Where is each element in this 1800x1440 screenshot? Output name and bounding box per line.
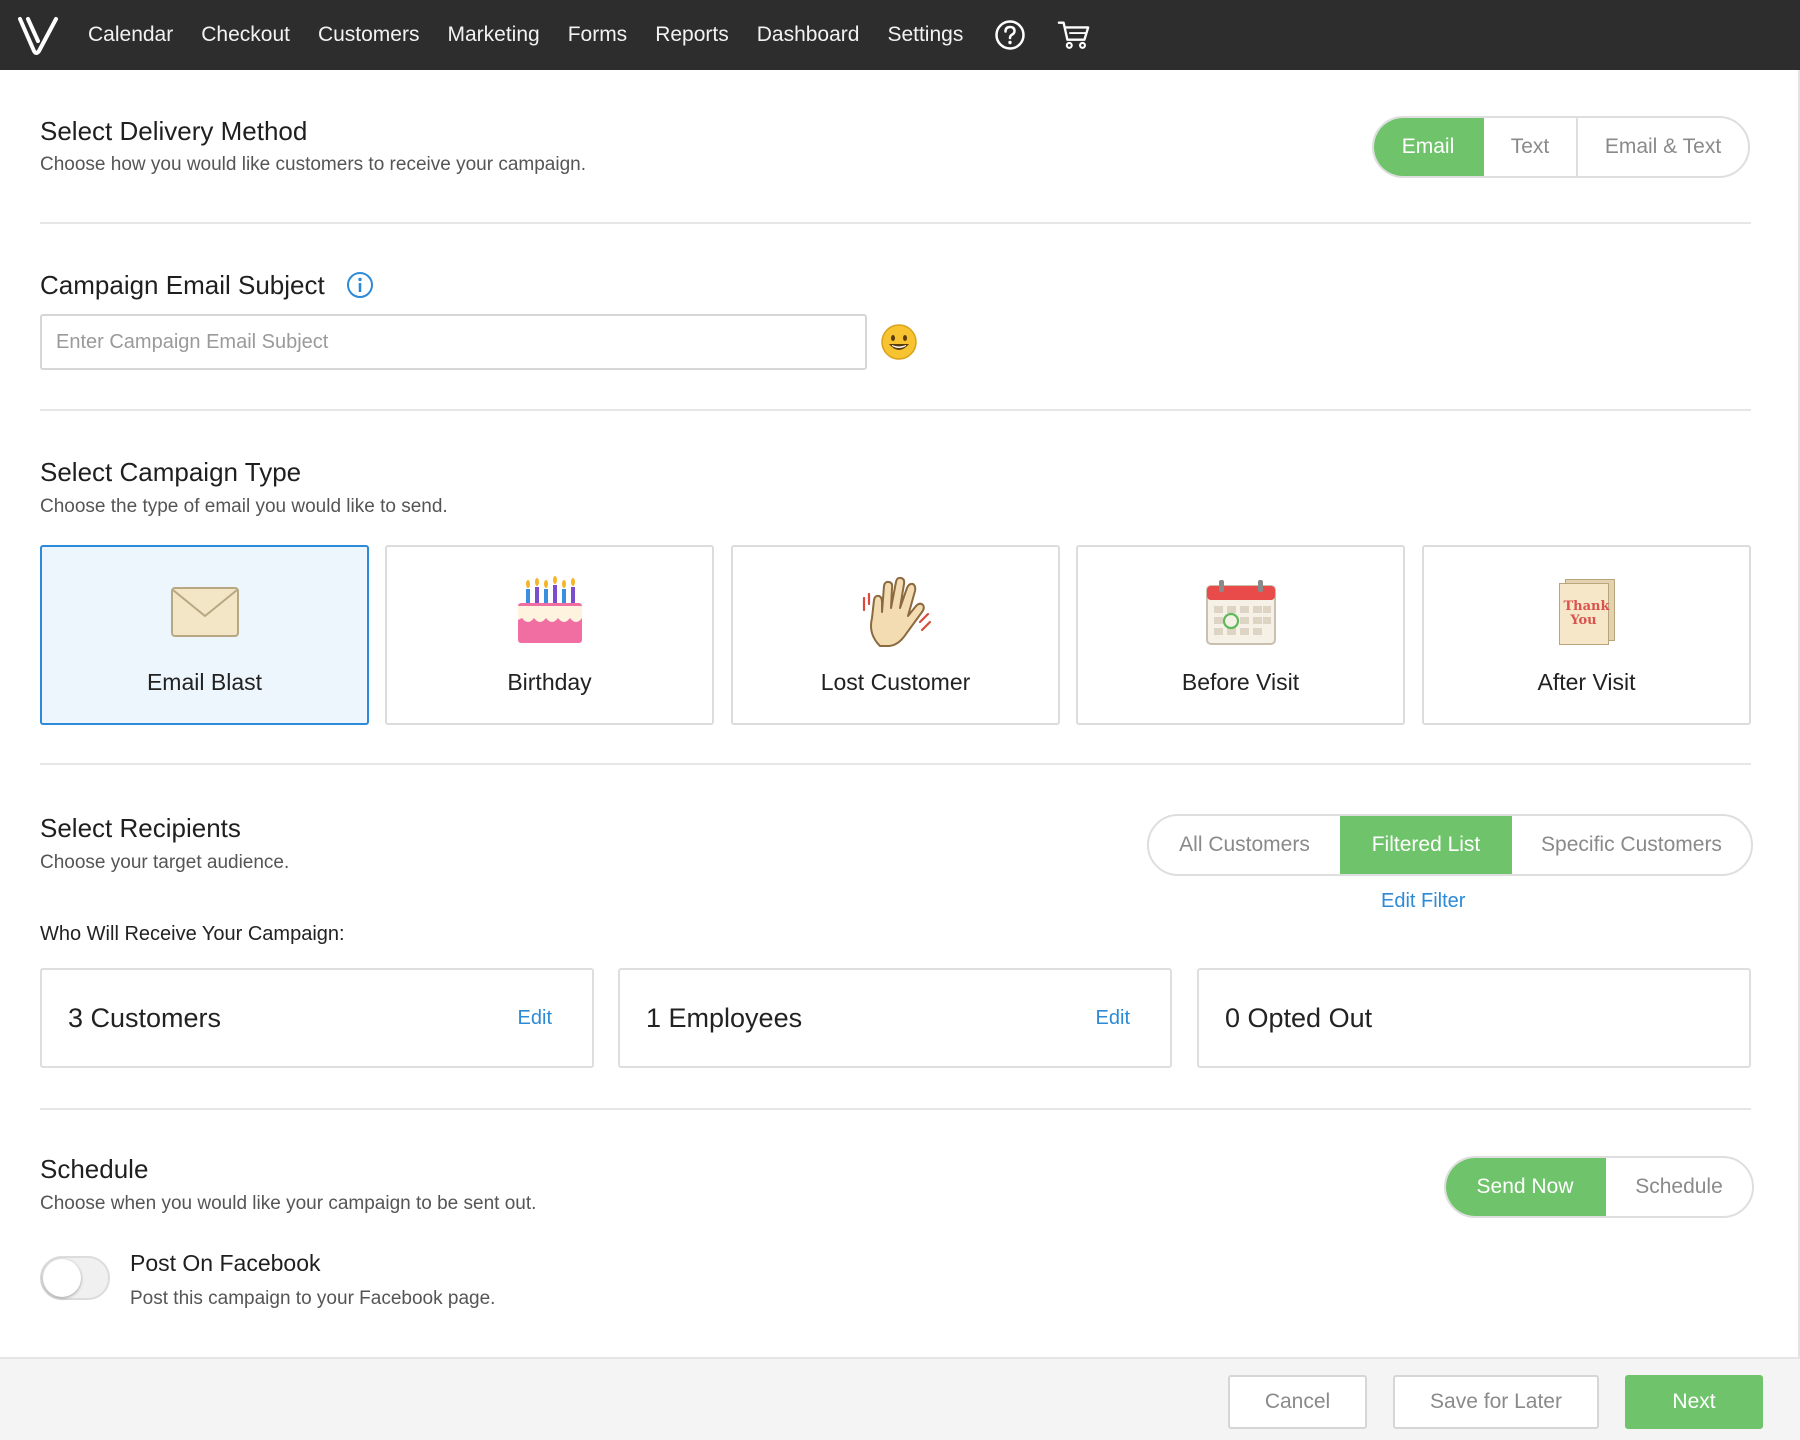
smiley-emoji-icon[interactable] — [880, 323, 918, 361]
schedule-toggle: Send Now Schedule — [1444, 1156, 1754, 1218]
subject-title: Campaign Email Subject — [40, 270, 325, 300]
cancel-button[interactable]: Cancel — [1228, 1375, 1367, 1429]
campaign-type-birthday[interactable]: Birthday — [385, 545, 714, 725]
customers-count: 3 Customers — [68, 1002, 222, 1033]
thank-you-text: Thank You — [1563, 599, 1610, 628]
save-for-later-button[interactable]: Save for Later — [1393, 1375, 1599, 1429]
campaign-type-before-visit[interactable]: Before Visit — [1076, 545, 1405, 725]
opted-out-count-box: 0 Opted Out — [1197, 968, 1751, 1068]
toggle-knob — [43, 1259, 81, 1297]
envelope-icon — [160, 573, 250, 651]
delivery-email-button[interactable]: Email — [1374, 118, 1482, 176]
specific-customers-button[interactable]: Specific Customers — [1510, 816, 1751, 874]
nav-reports[interactable]: Reports — [655, 23, 729, 47]
recipients-toggle: All Customers Filtered List Specific Cus… — [1147, 814, 1753, 876]
campaign-type-title: Select Campaign Type — [40, 457, 302, 487]
footer-bar: Cancel Save for Later Next — [0, 1357, 1800, 1440]
nav-dashboard[interactable]: Dashboard — [757, 23, 860, 47]
card-label: Lost Customer — [820, 669, 971, 695]
edit-employees-link[interactable]: Edit — [1096, 1007, 1130, 1030]
schedule-title: Schedule — [40, 1154, 149, 1184]
schedule-subtitle: Choose when you would like your campaign… — [40, 1193, 537, 1214]
campaign-type-lost-customer[interactable]: Lost Customer — [731, 545, 1060, 725]
schedule-button[interactable]: Schedule — [1604, 1158, 1752, 1216]
campaign-type-after-visit[interactable]: Thank You After Visit — [1422, 545, 1751, 725]
post-facebook-toggle[interactable] — [40, 1256, 110, 1300]
calendar-icon — [1196, 573, 1286, 651]
send-now-button[interactable]: Send Now — [1446, 1158, 1604, 1216]
v-logo-icon[interactable] — [14, 11, 62, 59]
nav-calendar[interactable]: Calendar — [88, 23, 173, 47]
divider — [40, 763, 1751, 765]
campaign-type-email-blast[interactable]: Email Blast — [40, 545, 369, 725]
employees-count: 1 Employees — [646, 1002, 803, 1033]
opted-out-count: 0 Opted Out — [1225, 1002, 1373, 1033]
nav-settings[interactable]: Settings — [887, 23, 963, 47]
delivery-subtitle: Choose how you would like customers to r… — [40, 154, 586, 175]
facebook-title: Post On Facebook — [130, 1250, 321, 1276]
facebook-subtitle: Post this campaign to your Facebook page… — [130, 1288, 496, 1309]
employees-count-box: 1 Employees Edit — [618, 968, 1172, 1068]
delivery-method-toggle: Email Text Email & Text — [1372, 116, 1750, 178]
top-nav: Calendar Checkout Customers Marketing Fo… — [0, 0, 1800, 70]
filtered-list-button[interactable]: Filtered List — [1340, 816, 1510, 874]
card-label: After Visit — [1537, 669, 1636, 695]
divider — [40, 222, 1751, 224]
nav-checkout[interactable]: Checkout — [201, 23, 290, 47]
edit-filter-link[interactable]: Edit Filter — [1381, 890, 1465, 913]
next-button[interactable]: Next — [1625, 1375, 1763, 1429]
recipients-subtitle: Choose your target audience. — [40, 852, 290, 873]
waving-hand-icon — [851, 573, 941, 651]
card-label: Birthday — [507, 669, 592, 695]
delivery-text-button[interactable]: Text — [1482, 118, 1576, 176]
delivery-title: Select Delivery Method — [40, 116, 308, 146]
info-icon[interactable] — [346, 271, 374, 299]
card-label: Before Visit — [1181, 669, 1300, 695]
nav-customers[interactable]: Customers — [318, 23, 420, 47]
all-customers-button[interactable]: All Customers — [1149, 816, 1340, 874]
campaign-type-subtitle: Choose the type of email you would like … — [40, 496, 448, 517]
nav-forms[interactable]: Forms — [568, 23, 628, 47]
divider — [40, 1108, 1751, 1110]
divider — [40, 409, 1751, 411]
who-receives-label: Who Will Receive Your Campaign: — [40, 923, 345, 945]
recipients-title: Select Recipients — [40, 813, 241, 843]
cart-icon[interactable] — [1057, 18, 1091, 52]
email-subject-input[interactable] — [40, 314, 867, 370]
card-label: Email Blast — [146, 669, 263, 695]
edit-customers-link[interactable]: Edit — [518, 1007, 552, 1030]
help-circle-icon[interactable] — [993, 18, 1027, 52]
nav-marketing[interactable]: Marketing — [447, 23, 539, 47]
customers-count-box: 3 Customers Edit — [40, 968, 594, 1068]
thank-you-card-icon: Thank You — [1542, 573, 1632, 651]
birthday-cake-icon — [505, 573, 595, 651]
delivery-email-text-button[interactable]: Email & Text — [1576, 118, 1748, 176]
